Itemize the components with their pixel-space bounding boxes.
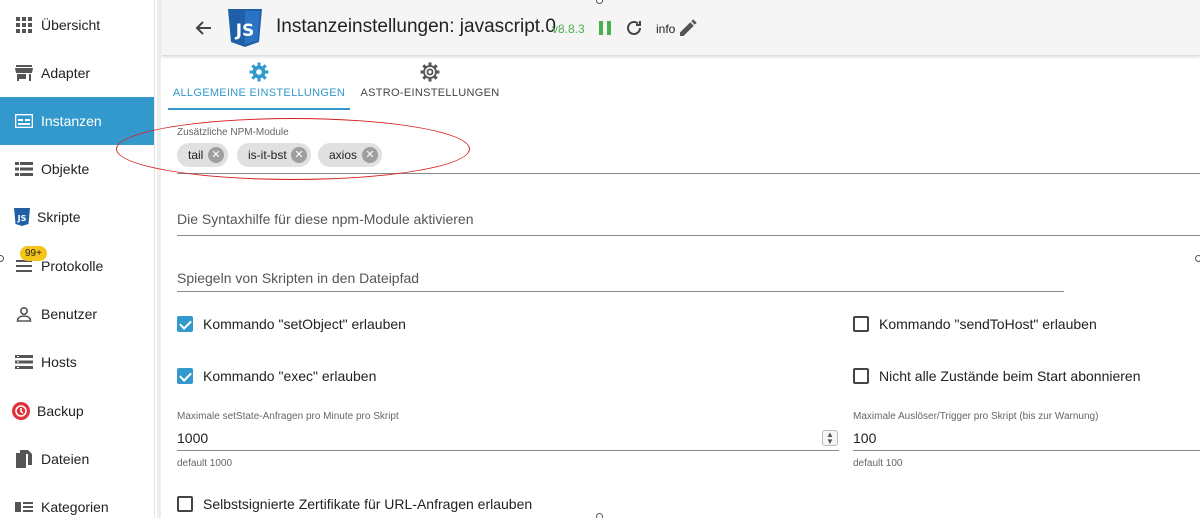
sidebar-item-label: Übersicht bbox=[41, 17, 101, 33]
tab-label: ASTRO-EINSTELLUNGEN bbox=[360, 87, 500, 99]
sidebar-item-files[interactable]: Dateien bbox=[0, 435, 154, 483]
javascript-icon: JS bbox=[13, 208, 31, 226]
page-title: Instanzeinstellungen: javascript.0 bbox=[276, 16, 556, 37]
max-triggers-input[interactable]: 100 bbox=[853, 430, 876, 446]
svg-text:JS: JS bbox=[235, 21, 255, 41]
sidebar-item-label: Hosts bbox=[41, 354, 77, 370]
set-object-label: Kommando "setObject" erlauben bbox=[203, 316, 406, 332]
user-icon bbox=[15, 305, 33, 323]
hosts-icon bbox=[15, 353, 33, 371]
list-icon bbox=[15, 160, 33, 178]
version-label: v8.8.3 bbox=[552, 22, 585, 36]
sidebar-item-categories[interactable]: Kategorien bbox=[0, 483, 154, 518]
sidebar-item-label: Objekte bbox=[41, 161, 90, 177]
svg-text:JS: JS bbox=[17, 214, 27, 223]
pencil-icon[interactable] bbox=[680, 19, 697, 36]
set-object-checkbox[interactable] bbox=[177, 316, 193, 332]
no-subscribe-checkbox[interactable] bbox=[853, 368, 869, 384]
log-level-label[interactable]: info bbox=[656, 22, 675, 36]
sidebar-item-backup[interactable]: Backup bbox=[0, 387, 154, 435]
sidebar-item-adapter[interactable]: Adapter bbox=[0, 49, 154, 97]
gear-outline-icon bbox=[420, 62, 440, 82]
gear-icon bbox=[249, 62, 269, 82]
exec-label: Kommando "exec" erlauben bbox=[203, 368, 377, 384]
tab-general-settings[interactable]: ALLGEMEINE EINSTELLUNGEN bbox=[168, 58, 350, 110]
log-count-badge: 99+ bbox=[20, 246, 47, 261]
send-to-host-label: Kommando "sendToHost" erlauben bbox=[879, 316, 1097, 332]
self-signed-checkbox[interactable] bbox=[177, 496, 193, 512]
self-signed-label: Selbstsignierte Zertifikate für URL-Anfr… bbox=[203, 496, 533, 512]
tab-astro-settings[interactable]: ASTRO-EINSTELLUNGEN bbox=[350, 58, 510, 110]
sidebar-item-label: Backup bbox=[37, 403, 84, 419]
backup-icon bbox=[12, 402, 30, 420]
grid-icon bbox=[15, 16, 33, 34]
sidebar-splitter[interactable] bbox=[157, 0, 161, 518]
sidebar-item-label: Instanzen bbox=[41, 113, 102, 129]
number-spinner-icon[interactable]: ▲ ▼ bbox=[822, 430, 838, 446]
sidebar-item-label: Adapter bbox=[41, 65, 91, 81]
javascript-logo: JS bbox=[228, 9, 262, 47]
sidebar-item-label: Skripte bbox=[37, 209, 81, 225]
max-setstate-input[interactable]: 1000 bbox=[177, 430, 208, 446]
mirror-path-field[interactable]: Spiegeln von Skripten in den Dateipfad bbox=[177, 270, 419, 286]
instance-settings-header: JS Instanzeinstellungen: javascript.0 v8… bbox=[162, 0, 1200, 56]
no-subscribe-label: Nicht alle Zustände beim Start abonniere… bbox=[879, 368, 1141, 384]
sidebar-item-scripts[interactable]: JS Skripte bbox=[0, 193, 154, 241]
max-setstate-label: Maximale setState-Anfragen pro Minute pr… bbox=[177, 411, 399, 422]
max-triggers-helper: default 100 bbox=[853, 458, 903, 469]
reload-icon[interactable] bbox=[624, 18, 644, 38]
mirror-path-underline bbox=[177, 291, 1064, 292]
sidebar-item-users[interactable]: Benutzer bbox=[0, 290, 154, 338]
back-arrow-icon[interactable] bbox=[194, 18, 214, 38]
exec-checkbox[interactable] bbox=[177, 368, 193, 384]
sidebar-item-label: Protokolle bbox=[41, 258, 104, 274]
sidebar: Übersicht Adapter Instanzen Objekte JS S… bbox=[0, 0, 155, 518]
max-triggers-underline bbox=[853, 450, 1200, 451]
syntax-help-underline bbox=[177, 235, 1200, 236]
sidebar-item-label: Benutzer bbox=[41, 306, 98, 322]
instances-icon bbox=[15, 112, 33, 130]
max-setstate-helper: default 1000 bbox=[177, 458, 233, 469]
files-icon bbox=[15, 450, 33, 468]
send-to-host-checkbox[interactable] bbox=[853, 316, 869, 332]
max-triggers-label: Maximale Auslöser/Trigger pro Skript (bi… bbox=[853, 411, 1099, 422]
syntax-help-field[interactable]: Die Syntaxhilfe für diese npm-Module akt… bbox=[177, 211, 473, 227]
max-setstate-underline bbox=[177, 450, 839, 451]
sidebar-item-label: Dateien bbox=[41, 451, 90, 467]
store-icon bbox=[15, 64, 33, 82]
annotation-highlight-oval bbox=[116, 118, 470, 180]
sidebar-item-hosts[interactable]: Hosts bbox=[0, 338, 154, 386]
sidebar-item-overview[interactable]: Übersicht bbox=[0, 1, 154, 49]
categories-icon bbox=[15, 498, 33, 516]
sidebar-item-label: Kategorien bbox=[41, 499, 109, 515]
resize-handle bbox=[596, 513, 603, 518]
tab-label: ALLGEMEINE EINSTELLUNGEN bbox=[172, 87, 346, 99]
resize-handle bbox=[1195, 255, 1200, 262]
pause-icon[interactable] bbox=[598, 19, 612, 37]
